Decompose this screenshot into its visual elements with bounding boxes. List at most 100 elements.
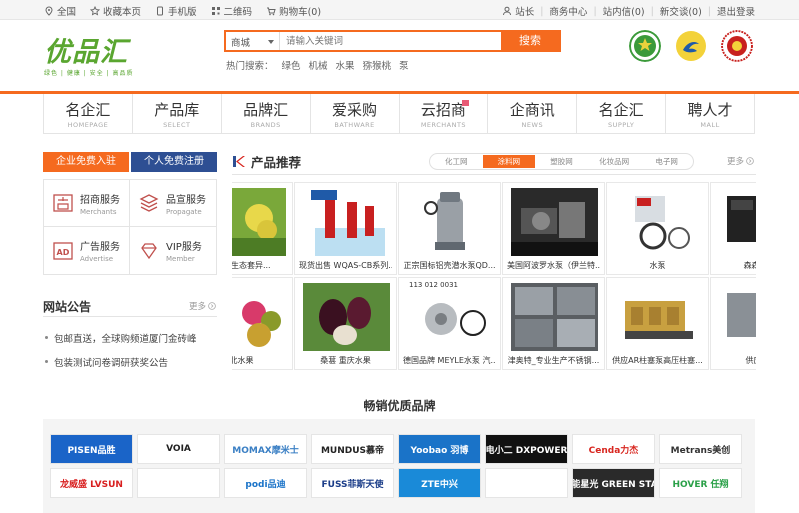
search-category-value: 商城 [231, 38, 251, 49]
search-input[interactable] [280, 32, 501, 50]
brand-logo[interactable]: VOIA [137, 434, 220, 464]
divider [232, 174, 756, 175]
brand-logo[interactable]: Cenda力杰 [572, 434, 655, 464]
nav-item-purchase[interactable]: 爱采购 BATHWARE [309, 94, 399, 133]
user-link[interactable]: 站长 [502, 4, 534, 18]
service-advertise[interactable]: AD 广告服务 Advertise [44, 227, 130, 274]
nav-label: 云招商 [420, 101, 466, 119]
service-title: 广告服务 [80, 242, 120, 253]
brand-logo[interactable]: MOMAX摩米士 [224, 434, 307, 464]
brand-logo[interactable]: MUNDUS慕帝 [311, 434, 394, 464]
product-image [719, 188, 756, 256]
logout-link[interactable]: 退出登录 [717, 4, 755, 18]
nav-label: 聘人才 [687, 101, 733, 119]
hot-word[interactable]: 机械 [309, 58, 328, 72]
product-card[interactable]: 水泵 [606, 182, 709, 275]
notice-item[interactable]: 包装测试问卷调研获奖公告 [43, 355, 197, 369]
product-card[interactable]: 森森JTP-2 [710, 182, 756, 275]
hot-word[interactable]: 猕猴桃 [363, 58, 392, 72]
search-category-select[interactable]: 商城 [226, 32, 280, 50]
bookmark-label: 收藏本页 [103, 7, 142, 18]
cart-icon [267, 7, 276, 16]
brand-logo[interactable]: 龙威盛 LVSUN [50, 468, 133, 498]
product-card[interactable]: 德国品牌 MEYLE水泵 汽... 113 012 0031 [398, 277, 501, 370]
separator: | [593, 5, 597, 17]
site-logo[interactable]: 优品汇 绿色 | 健康 | 安全 | 高品质 [44, 30, 154, 77]
brand-logo[interactable]: PISEN品胜 [50, 434, 133, 464]
hot-word[interactable]: 泵 [399, 58, 409, 72]
brand-logo[interactable] [137, 468, 220, 498]
green-seal-icon [629, 30, 661, 62]
tab-chemical[interactable]: 化工网 [430, 154, 483, 169]
service-propagate[interactable]: 品宣服务 Propagate [130, 180, 216, 227]
brand-logo[interactable]: 电小二 DXPOWER [485, 434, 568, 464]
brand-logo[interactable]: 绿能星光 GREEN STAR [572, 468, 655, 498]
product-image [511, 283, 598, 351]
nav-sublabel: MERCHANTS [420, 121, 467, 129]
search-button[interactable]: 搜索 [501, 32, 559, 50]
nav-item-merchants[interactable]: 云招商 MERCHANTS [398, 94, 488, 133]
tab-plastic[interactable]: 塑胶网 [535, 154, 588, 169]
service-vip[interactable]: VIP服务 Member [130, 227, 216, 274]
product-card[interactable]: 供应AR柱塞泵高压柱塞... [606, 277, 709, 370]
service-subtitle: Advertise [80, 255, 114, 263]
nav-item-homepage[interactable]: 名企汇 HOMEPAGE [43, 94, 132, 133]
nav-label: 名企汇 [65, 101, 111, 119]
product-card[interactable]: 北水果 [232, 277, 293, 370]
company-register-button[interactable]: 企业免费入驻 [43, 152, 129, 172]
nav-item-brands[interactable]: 品牌汇 BRANDS [220, 94, 310, 133]
product-card[interactable]: 桑葚 重庆水果 [294, 277, 397, 370]
product-caption: 供应AR柱塞泵高压柱塞... [612, 356, 703, 365]
bookmark-link[interactable]: 收藏本页 [90, 4, 141, 18]
product-card[interactable]: 正宗国标铝壳潜水泵QD... [398, 182, 501, 275]
location-link[interactable]: 全国 [44, 4, 76, 18]
business-center-link[interactable]: 商务中心 [549, 4, 587, 18]
layers-icon [139, 194, 159, 212]
inbox-link[interactable]: 站内信(0) [603, 4, 645, 18]
tab-cosmetics[interactable]: 化妆品网 [588, 154, 641, 169]
nav-label: 爱采购 [332, 101, 378, 119]
nav-item-news[interactable]: 企商讯 NEWS [487, 94, 576, 133]
nav-sublabel: BRANDS [250, 121, 281, 129]
brand-logo[interactable]: HOVER 任翔 [659, 468, 742, 498]
brand-logo[interactable] [485, 468, 568, 498]
separator: | [650, 5, 654, 17]
nav-item-products[interactable]: 产品库 SELECT [131, 94, 221, 133]
product-card[interactable]: 美国阿波罗水泵（伊兰特... [502, 182, 605, 275]
notice-heading: 网站公告 [43, 300, 92, 314]
product-card[interactable]: 现货出售 WQAS-CB系列... [294, 182, 397, 275]
cart-link[interactable]: 购物车(0) [266, 4, 321, 18]
service-merchants[interactable]: 招商服务 Merchants [44, 180, 130, 227]
product-card[interactable]: 绿 原生态套异... [232, 182, 293, 275]
product-card[interactable]: 供应西门 [710, 277, 756, 370]
product-image [303, 188, 390, 256]
mobile-link[interactable]: 手机版 [155, 4, 197, 18]
chat-link[interactable]: 新交谈(0) [660, 4, 702, 18]
brand-logo[interactable]: FUSS菲斯天使 [311, 468, 394, 498]
more-circle-icon [746, 157, 754, 165]
nav-label: 品牌汇 [243, 101, 289, 119]
qrcode-link[interactable]: 二维码 [211, 4, 252, 18]
nav-item-jobs[interactable]: 聘人才 MALL [665, 94, 755, 133]
product-tabs: 化工网 涂料网 塑胶网 化妆品网 电子网 [429, 153, 694, 170]
product-caption: 正宗国标铝壳潜水泵QD... [403, 261, 496, 270]
more-circle-icon [208, 302, 216, 310]
hot-word[interactable]: 绿色 [282, 58, 301, 72]
brand-logo[interactable]: Metrans美创 [659, 434, 742, 464]
brand-logo[interactable]: Yoobao 羽博 [398, 434, 481, 464]
brand-section-title: 畅销优质品牌 [363, 399, 436, 413]
logo-tagline: 绿色 | 健康 | 安全 | 高品质 [44, 70, 134, 77]
product-card[interactable]: 津奥特_专业生产不锈钢... [502, 277, 605, 370]
tab-coating[interactable]: 涂料网 [482, 155, 536, 168]
notice-item[interactable]: 包邮直送，全球购频道厦门金砖峰 [43, 331, 197, 345]
tab-electronics[interactable]: 电子网 [640, 154, 693, 169]
new-flag-icon [462, 100, 470, 106]
notice-more-link[interactable]: 更多 [189, 300, 216, 312]
brand-logo[interactable]: ZTE中兴 [398, 468, 481, 498]
personal-register-button[interactable]: 个人免费注册 [131, 152, 217, 172]
nav-item-supply[interactable]: 名企汇 SUPPLY [576, 94, 665, 133]
hot-word[interactable]: 水果 [336, 58, 355, 72]
product-more-link[interactable]: 更多 [727, 155, 754, 167]
phone-icon [157, 6, 164, 16]
brand-logo[interactable]: podi品迪 [224, 468, 307, 498]
